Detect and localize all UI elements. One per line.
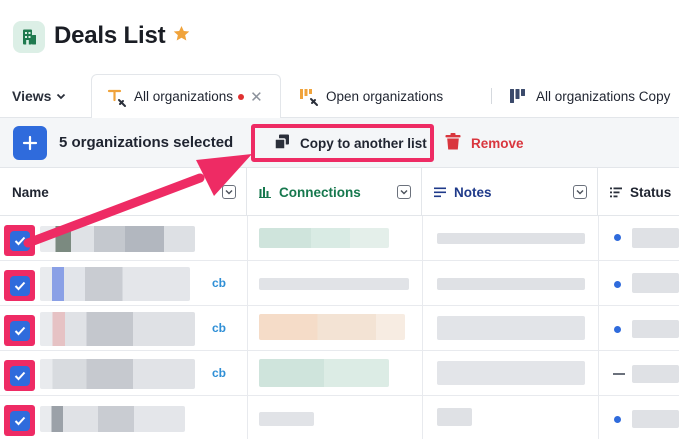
redacted-notes xyxy=(437,408,472,426)
redacted-status xyxy=(632,273,679,293)
redacted-status xyxy=(632,410,679,428)
redacted-connections xyxy=(259,412,314,426)
redacted-status xyxy=(632,320,679,338)
tab-all-organizations-copy[interactable]: All organizations Copy xyxy=(508,74,670,118)
unsaved-indicator xyxy=(238,93,245,100)
remove-button[interactable]: Remove xyxy=(444,132,524,154)
column-header-connections[interactable]: Connections xyxy=(247,168,422,216)
row-checkbox[interactable] xyxy=(4,405,35,436)
column-menu-icon[interactable] xyxy=(573,185,587,199)
copy-to-another-list-button[interactable]: Copy to another list xyxy=(251,124,434,162)
status-dash xyxy=(613,373,625,375)
redacted-notes xyxy=(437,278,585,290)
row-checkbox[interactable] xyxy=(4,225,35,256)
star-icon[interactable] xyxy=(172,24,191,48)
column-header-notes[interactable]: Notes xyxy=(422,168,598,216)
table-row[interactable]: cb xyxy=(0,351,679,396)
status-dot xyxy=(614,234,621,241)
redacted-name xyxy=(40,267,190,301)
building-icon xyxy=(13,21,45,53)
page-title: Deals List xyxy=(54,22,166,49)
redacted-name xyxy=(40,312,195,346)
tab-label: Open organizations xyxy=(326,88,444,104)
table-row[interactable]: cb xyxy=(0,306,679,351)
remove-label: Remove xyxy=(471,135,524,151)
bar-chart-icon xyxy=(259,187,271,198)
trash-icon xyxy=(444,132,462,154)
status-dot xyxy=(614,326,621,333)
tab-label: All organizations Copy xyxy=(536,88,671,104)
column-header-status[interactable]: Status xyxy=(598,168,679,216)
redacted-name xyxy=(40,406,185,432)
status-dot xyxy=(614,281,621,288)
redacted-notes xyxy=(437,316,585,340)
table-header: Name Connections Notes Status xyxy=(0,168,679,216)
redacted-notes xyxy=(437,233,585,244)
row-checkbox[interactable] xyxy=(4,270,35,301)
checkmark-icon xyxy=(9,365,30,386)
redacted-connections xyxy=(259,228,389,248)
views-tab-bar: Views All organizations ✕ Open organizat… xyxy=(0,74,679,119)
table-row[interactable] xyxy=(0,216,679,261)
views-dropdown[interactable]: Views xyxy=(12,88,67,104)
table-body: cb cb cb xyxy=(0,216,679,439)
redacted-status xyxy=(632,365,679,383)
chevron-down-icon xyxy=(57,93,66,100)
pinned-board-icon xyxy=(298,86,320,106)
redacted-status xyxy=(632,228,679,248)
redacted-name xyxy=(40,226,195,252)
checkmark-icon xyxy=(9,320,30,341)
row-tag: cb xyxy=(212,276,227,290)
row-checkbox[interactable] xyxy=(4,360,35,391)
selection-count: 5 organizations selected xyxy=(59,134,234,151)
page-header: Deals List xyxy=(0,0,679,74)
row-tag: cb xyxy=(212,366,227,380)
column-header-name[interactable]: Name xyxy=(0,168,247,216)
checkmark-icon xyxy=(9,275,30,296)
bulk-action-toolbar: 5 organizations selected Copy to another… xyxy=(0,118,679,168)
redacted-connections xyxy=(259,278,409,290)
views-label: Views xyxy=(12,88,52,104)
column-menu-icon[interactable] xyxy=(397,185,411,199)
row-tag: cb xyxy=(212,321,227,335)
table-row[interactable] xyxy=(0,396,679,439)
board-icon xyxy=(508,86,530,106)
redacted-connections xyxy=(259,359,389,387)
redacted-notes xyxy=(437,361,585,385)
redacted-connections xyxy=(259,314,405,340)
tab-label: All organizations xyxy=(134,89,234,104)
checkmark-icon xyxy=(9,410,30,431)
copy-label: Copy to another list xyxy=(300,135,427,151)
table-row[interactable]: cb xyxy=(0,261,679,306)
close-icon[interactable]: ✕ xyxy=(250,88,263,106)
add-button[interactable] xyxy=(13,126,47,160)
plus-icon xyxy=(22,135,38,151)
copy-icon xyxy=(273,133,291,154)
pinned-view-icon xyxy=(106,87,128,107)
row-checkbox[interactable] xyxy=(4,315,35,346)
tab-all-organizations[interactable]: All organizations ✕ xyxy=(91,74,281,119)
checkmark-icon xyxy=(9,230,30,251)
column-menu-icon[interactable] xyxy=(222,185,236,199)
tab-open-organizations[interactable]: Open organizations xyxy=(298,74,443,118)
status-dot xyxy=(614,416,621,423)
redacted-name xyxy=(40,359,195,389)
tab-separator xyxy=(491,88,492,104)
text-lines-icon xyxy=(434,187,446,197)
list-icon xyxy=(610,187,622,197)
